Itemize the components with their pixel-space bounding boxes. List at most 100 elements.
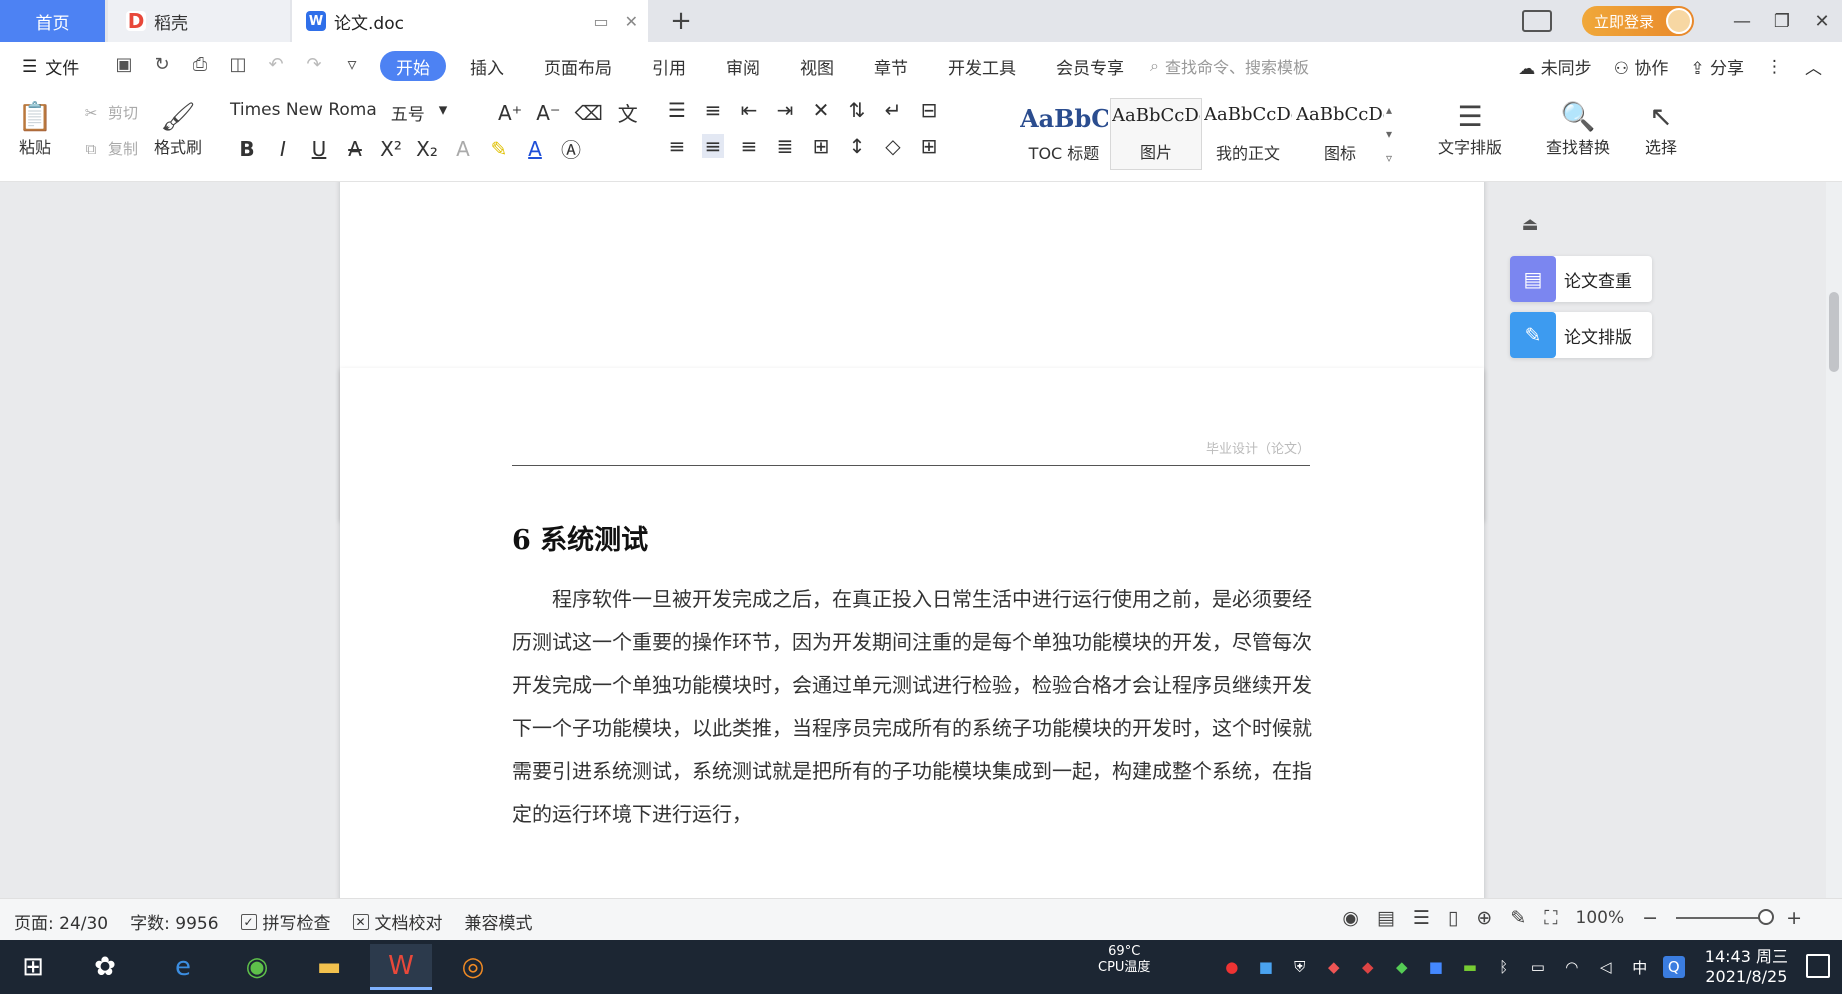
fit-page-icon[interactable]: ⛶: [1544, 907, 1557, 929]
bluetooth-icon[interactable]: ᛒ: [1493, 956, 1515, 978]
menu-review[interactable]: 审阅: [706, 51, 780, 81]
menu-member[interactable]: 会员专享: [1036, 51, 1144, 81]
reading-view-icon[interactable]: ▯: [1448, 907, 1458, 929]
write-view-icon[interactable]: ✎: [1510, 907, 1526, 929]
document-workspace[interactable]: 10 毕业设计（论文） 6 系统测试 程序软件一旦被开发完成之后，在真正投入日常…: [0, 182, 1842, 898]
tray-app-icon[interactable]: ■: [1255, 956, 1277, 978]
select-button[interactable]: ↖ 选择: [1644, 98, 1678, 158]
align-right-icon[interactable]: ≡: [738, 134, 760, 158]
menu-view[interactable]: 视图: [780, 51, 854, 81]
print-preview-icon[interactable]: ◫: [226, 54, 250, 75]
paste-button[interactable]: 📋 粘贴: [18, 98, 53, 158]
bullet-list-icon[interactable]: ☰: [666, 98, 688, 122]
tray-green-icon[interactable]: ◆: [1391, 956, 1413, 978]
paragraph-text[interactable]: 程序软件一旦被开发完成之后，在真正投入日常生活中进行运行使用之前，是必须要经历测…: [512, 578, 1312, 836]
pin-tab-icon[interactable]: ▭: [593, 12, 608, 31]
font-size-select[interactable]: 五号: [391, 100, 425, 125]
menu-developer[interactable]: 开发工具: [928, 51, 1036, 81]
text-effect-icon[interactable]: A: [452, 137, 474, 161]
paper-layout-button[interactable]: ✎ 论文排版: [1510, 312, 1652, 358]
internet-explorer-icon[interactable]: e: [152, 944, 214, 990]
style-more-icon[interactable]: ▿: [1386, 151, 1406, 165]
paper-check-button[interactable]: ▤ 论文查重: [1510, 256, 1652, 302]
web-view-icon[interactable]: ⊕: [1476, 907, 1492, 929]
tray-q-icon[interactable]: Q: [1662, 956, 1685, 978]
redo-icon[interactable]: ↷: [302, 54, 326, 75]
style-caption[interactable]: AaBbCcDd 图标: [1294, 98, 1386, 170]
body-paragraph[interactable]: 程序软件一旦被开发完成之后，在真正投入日常生活中进行运行使用之前，是必须要经历测…: [512, 578, 1312, 836]
decrease-indent-icon[interactable]: ⇤: [738, 98, 760, 122]
spell-check-toggle[interactable]: ✓ 拼写检查: [240, 909, 331, 934]
font-color-icon[interactable]: A: [524, 137, 546, 161]
tab-daoke[interactable]: D 稻壳: [108, 0, 290, 42]
clear-format-icon[interactable]: ⌫: [575, 101, 603, 125]
highlight-icon[interactable]: ✎: [488, 137, 510, 161]
tab-home[interactable]: 首页: [0, 0, 105, 42]
windows-start-icon[interactable]: ⊞: [2, 944, 64, 990]
wifi-icon[interactable]: ◠: [1561, 956, 1583, 978]
shrink-font-icon[interactable]: A⁻: [536, 101, 560, 125]
format-painter-button[interactable]: 🖌 格式刷: [154, 98, 202, 158]
clock[interactable]: 14:43 周三 2021/8/25: [1705, 947, 1788, 987]
menu-chapter[interactable]: 章节: [854, 51, 928, 81]
media-app-icon[interactable]: ◎: [442, 944, 504, 990]
menu-references[interactable]: 引用: [632, 51, 706, 81]
new-tab-button[interactable]: +: [664, 4, 698, 38]
scrollbar-thumb[interactable]: [1829, 292, 1839, 372]
close-tab-icon[interactable]: ✕: [625, 12, 638, 31]
borders-icon[interactable]: ⊞: [918, 134, 940, 158]
zoom-level[interactable]: 100%: [1576, 908, 1625, 928]
output-icon[interactable]: ↻: [150, 54, 174, 75]
show-marks-icon[interactable]: ↵: [882, 98, 904, 122]
numbered-list-icon[interactable]: ≡: [702, 98, 724, 122]
line-spacing-icon[interactable]: ↕: [846, 134, 868, 158]
style-up-icon[interactable]: ▴: [1386, 103, 1406, 117]
sort-icon[interactable]: ⇅: [846, 98, 868, 122]
zoom-slider-knob[interactable]: [1758, 909, 1775, 925]
style-my-body[interactable]: AaBbCcDd 我的正文: [1202, 98, 1294, 170]
style-toc-heading[interactable]: AaBbCc TOC 标题: [1018, 98, 1110, 170]
collapse-ribbon-icon[interactable]: ︿: [1805, 54, 1822, 79]
cpu-temperature[interactable]: 69°C CPU温度: [1098, 944, 1150, 976]
file-explorer-icon[interactable]: ▬: [298, 944, 360, 990]
find-replace-button[interactable]: 🔍 查找替换: [1546, 98, 1610, 158]
reading-mode-icon[interactable]: [1521, 10, 1552, 32]
increase-indent-icon[interactable]: ⇥: [774, 98, 796, 122]
minimize-button[interactable]: —: [1722, 0, 1762, 42]
justify-icon[interactable]: ≣: [774, 134, 796, 158]
subscript-icon[interactable]: X₂: [416, 137, 438, 161]
chinese-layout-icon[interactable]: ✕: [810, 98, 832, 122]
print-icon[interactable]: ⎙: [188, 54, 212, 75]
volume-icon[interactable]: ◁: [1595, 956, 1617, 978]
style-picture[interactable]: AaBbCcDd 图片: [1110, 98, 1202, 170]
vertical-scrollbar[interactable]: [1826, 182, 1842, 898]
grow-font-icon[interactable]: A⁺: [498, 101, 522, 125]
save-icon[interactable]: ▣: [112, 54, 136, 75]
chevron-down-icon[interactable]: ▾: [439, 100, 448, 125]
ime-indicator[interactable]: 中: [1629, 956, 1651, 978]
eye-protect-icon[interactable]: ◉: [1342, 907, 1359, 929]
tab-document[interactable]: W 论文.doc ▭ ✕: [292, 0, 648, 42]
bold-icon[interactable]: B: [236, 137, 258, 161]
restore-button[interactable]: ❐: [1762, 0, 1802, 42]
font-name-select[interactable]: Times New Roma: [230, 100, 377, 125]
document-page-current[interactable]: 毕业设计（论文） 6 系统测试 程序软件一旦被开发完成之后，在真正投入日常生活中…: [340, 368, 1484, 898]
outline-view-icon[interactable]: ☰: [1413, 907, 1430, 929]
zoom-out-icon[interactable]: −: [1642, 907, 1658, 929]
tray-app2-icon[interactable]: ◆: [1357, 956, 1379, 978]
zoom-slider[interactable]: [1676, 909, 1775, 925]
superscript-icon[interactable]: X²: [380, 137, 402, 161]
browser-360-icon[interactable]: ◉: [226, 944, 288, 990]
align-left-icon[interactable]: ≡: [666, 134, 688, 158]
char-border-icon[interactable]: Ⓐ: [560, 134, 582, 163]
proofread-button[interactable]: ✕ 文档校对: [352, 909, 443, 934]
underline-icon[interactable]: U: [308, 137, 330, 161]
login-button[interactable]: 立即登录: [1581, 6, 1694, 36]
tray-blue-icon[interactable]: ■: [1425, 956, 1447, 978]
tray-shield-icon[interactable]: ⛨: [1289, 956, 1311, 978]
page-indicator[interactable]: 页面: 24/30: [14, 909, 108, 934]
close-window-button[interactable]: ✕: [1802, 0, 1842, 42]
more-icon[interactable]: ⋮: [1766, 57, 1783, 77]
italic-icon[interactable]: I: [272, 137, 294, 161]
distribute-icon[interactable]: ⊞: [810, 134, 832, 158]
